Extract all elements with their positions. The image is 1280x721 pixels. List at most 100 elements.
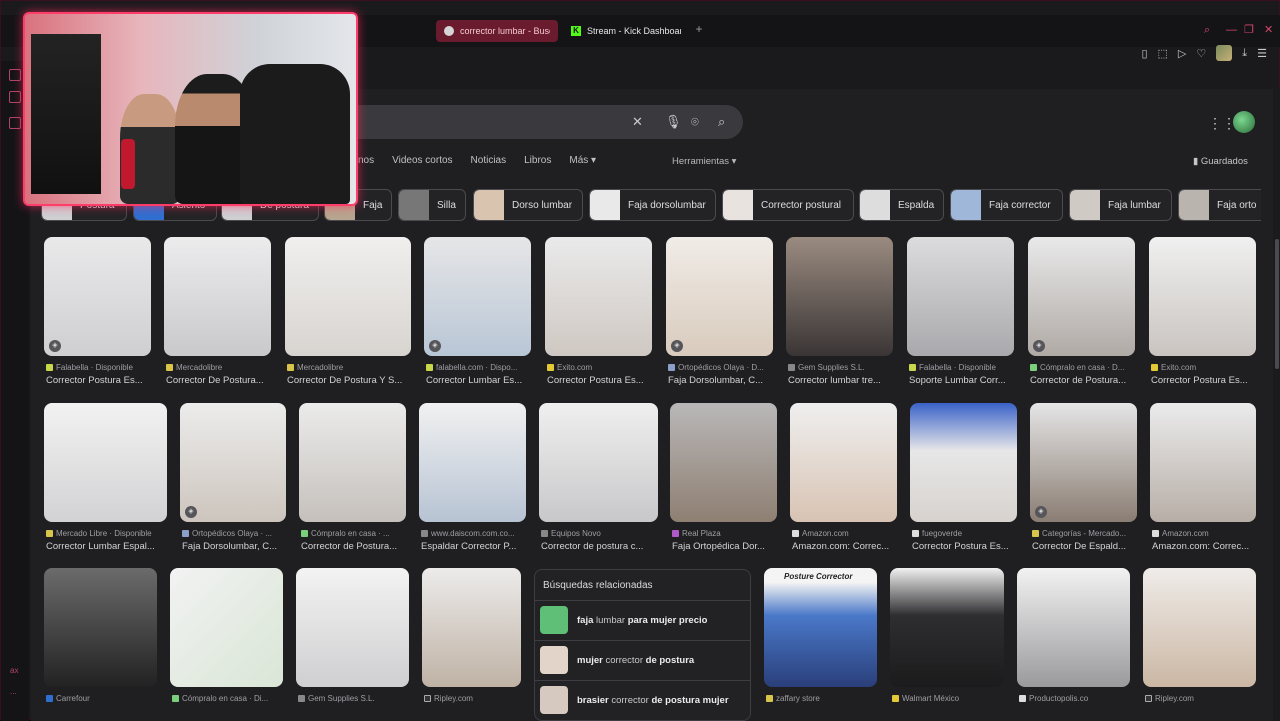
- close-button[interactable]: ✕: [1264, 23, 1273, 37]
- result-thumbnail: [666, 237, 773, 356]
- chip-thumbnail: [723, 190, 753, 220]
- result-title: Corrector de Postura...: [301, 541, 398, 552]
- account-avatar[interactable]: [1233, 111, 1255, 133]
- player-icon[interactable]: ▷: [1178, 47, 1186, 60]
- image-result[interactable]: Cómpralo en casa · ... Corrector de Post…: [299, 403, 406, 553]
- image-result[interactable]: Exito.com Corrector Postura Es...: [545, 237, 652, 387]
- related-search-label: brasier corrector de postura mujer: [577, 695, 729, 706]
- result-source: Gem Supplies S.L.: [788, 363, 895, 372]
- menu-icon[interactable]: ☰: [1257, 47, 1267, 60]
- image-result[interactable]: Mercadolibre Corrector De Postura...: [164, 237, 271, 387]
- image-result[interactable]: ◈ Categorías - Mercado... Corrector De E…: [1030, 403, 1137, 553]
- chip-faja-corrector[interactable]: Faja corrector: [950, 189, 1063, 221]
- clear-icon[interactable]: ✕: [632, 114, 643, 130]
- result-title: Corrector Lumbar Es...: [426, 375, 523, 386]
- bookmark-icon[interactable]: ▯: [1141, 47, 1147, 60]
- chip-faja-lumbar[interactable]: Faja lumbar: [1069, 189, 1172, 221]
- image-result[interactable]: Real Plaza Faja Ortopédica Dor...: [670, 403, 777, 553]
- result-source: Exito.com: [547, 363, 654, 372]
- filter-more[interactable]: Más ▾: [569, 155, 596, 166]
- filter-news[interactable]: Noticias: [471, 155, 507, 166]
- product-badge-icon: ◈: [185, 506, 197, 518]
- tab-label: corrector lumbar - Busca: [460, 26, 550, 36]
- home-icon[interactable]: [9, 69, 21, 81]
- image-result[interactable]: Amazon.com Amazon.com: Correc...: [790, 403, 897, 553]
- screen-frame: corrector lumbar - Busca K Stream - Kick…: [0, 0, 1280, 721]
- filter-images[interactable]: nos: [358, 155, 374, 166]
- image-result[interactable]: ◈ Falabella · Disponible Corrector Postu…: [44, 237, 151, 387]
- chip-thumbnail: [860, 190, 890, 220]
- saved-button[interactable]: ▮ Guardados: [1193, 156, 1248, 167]
- related-search-item[interactable]: brasier corrector de postura mujer: [535, 680, 750, 720]
- image-result[interactable]: Falabella · Disponible Soporte Lumbar Co…: [907, 237, 1014, 387]
- tab-search[interactable]: corrector lumbar - Busca: [436, 20, 558, 42]
- result-thumbnail: [1150, 403, 1256, 522]
- chip-label: Faja lumbar: [1108, 199, 1161, 211]
- image-result[interactable]: Amazon.com Amazon.com: Correc...: [1150, 403, 1256, 553]
- new-tab-button[interactable]: +: [693, 23, 705, 35]
- chip-thumbnail: [399, 190, 429, 220]
- image-result[interactable]: ◈ falabella.com · Dispo... Corrector Lum…: [424, 237, 531, 387]
- image-result[interactable]: Mercadolibre Corrector De Postura Y S...: [285, 237, 411, 387]
- profile-avatar[interactable]: [1216, 45, 1233, 61]
- image-result[interactable]: ◈ Ortopédicos Olaya · D... Faja Dorsolum…: [666, 237, 773, 387]
- image-result[interactable]: ◈ Cómpralo en casa · D... Corrector de P…: [1028, 237, 1135, 387]
- result-title: Corrector de Postura...: [1030, 375, 1127, 386]
- result-title: Faja Dorsolumbar, C...: [182, 541, 278, 552]
- filter-short-videos[interactable]: Videos cortos: [392, 155, 452, 166]
- mic-icon[interactable]: 🎙: [665, 114, 682, 130]
- image-result[interactable]: www.daiscom.com.co... Espaldar Corrector…: [419, 403, 526, 553]
- search-tabs-icon[interactable]: ⌕: [1204, 23, 1210, 37]
- chip-silla[interactable]: Silla: [398, 189, 466, 221]
- image-result[interactable]: Gem Supplies S.L. Corrector lumbar tre..…: [786, 237, 893, 387]
- related-search-item[interactable]: mujer corrector de postura: [535, 640, 750, 680]
- image-result[interactable]: Ripley.com: [1143, 568, 1256, 708]
- result-thumbnail: [299, 403, 406, 522]
- search-icon[interactable]: ⌕: [718, 114, 725, 130]
- chip-label: Faja dorsolumbar: [628, 199, 706, 211]
- tab-kick-dashboard[interactable]: K Stream - Kick Dashboard: [563, 20, 689, 42]
- result-source: Mercadolibre: [166, 363, 273, 372]
- maximize-button[interactable]: ❐: [1244, 23, 1254, 37]
- snapshot-icon[interactable]: ⬚: [1158, 47, 1168, 60]
- sidebar-ax-label[interactable]: ax: [10, 666, 18, 675]
- page-scrollbar[interactable]: [1273, 89, 1280, 721]
- result-thumbnail: [296, 568, 409, 687]
- image-result[interactable]: Ripley.com: [422, 568, 521, 708]
- chip-faja-orto[interactable]: Faja orto: [1178, 189, 1261, 221]
- image-result[interactable]: Equipos Novo Corrector de postura c...: [539, 403, 658, 553]
- result-thumbnail: [545, 237, 652, 356]
- chip-dorso-lumbar[interactable]: Dorso lumbar: [473, 189, 583, 221]
- product-badge-icon: ◈: [1033, 340, 1045, 352]
- downloads-icon[interactable]: [9, 117, 21, 129]
- chip-corrector-postural[interactable]: Corrector postural: [722, 189, 854, 221]
- image-result[interactable]: Carrefour: [44, 568, 157, 708]
- result-title: Soporte Lumbar Corr...: [909, 375, 1006, 386]
- image-result[interactable]: Walmart México: [890, 568, 1004, 708]
- apps-grid-icon[interactable]: ⋮⋮: [1208, 115, 1236, 132]
- chip-label: Silla: [437, 199, 456, 211]
- image-result[interactable]: Exito.com Corrector Postura Es...: [1149, 237, 1256, 387]
- image-result[interactable]: Productopolis.co: [1017, 568, 1130, 708]
- minimize-button[interactable]: —: [1226, 23, 1237, 37]
- more-icon[interactable]: ...: [10, 687, 17, 696]
- heart-icon[interactable]: ♡: [1196, 47, 1206, 60]
- tools-button[interactable]: Herramientas ▾: [672, 156, 736, 167]
- image-result[interactable]: ◈ Ortopédicos Olaya · ... Faja Dorsolumb…: [180, 403, 286, 553]
- image-result[interactable]: Gem Supplies S.L.: [296, 568, 409, 708]
- chip-thumbnail: [951, 190, 981, 220]
- image-result[interactable]: Cómpralo en casa · Di...: [170, 568, 283, 708]
- result-thumbnail: [180, 403, 286, 522]
- related-search-item[interactable]: faja lumbar para mujer precio: [535, 600, 750, 640]
- chip-espalda[interactable]: Espalda: [859, 189, 944, 221]
- chip-faja-dorsolumbar[interactable]: Faja dorsolumbar: [589, 189, 716, 221]
- download-icon[interactable]: ⤓: [1242, 47, 1247, 60]
- image-result[interactable]: fuegoverde Corrector Postura Es...: [910, 403, 1017, 553]
- lens-icon[interactable]: ⌾: [691, 114, 699, 130]
- result-thumbnail: [170, 568, 283, 687]
- image-result[interactable]: Mercado Libre · Disponible Corrector Lum…: [44, 403, 167, 553]
- scrollbar-thumb[interactable]: [1275, 239, 1279, 369]
- filter-books[interactable]: Libros: [524, 155, 551, 166]
- tabs-icon[interactable]: [9, 91, 21, 103]
- image-result[interactable]: Posture Corrector zaffary store: [764, 568, 877, 708]
